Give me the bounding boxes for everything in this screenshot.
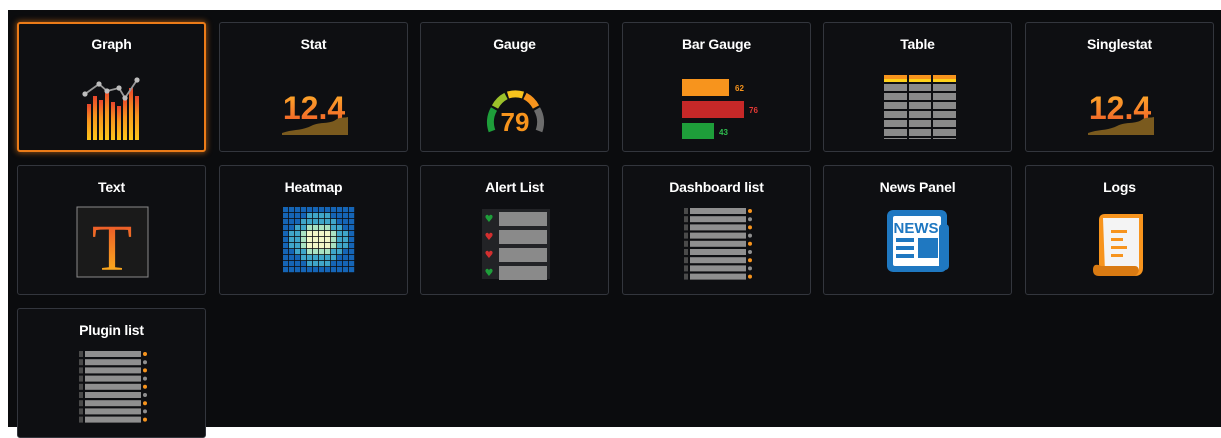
panel-label: Bar Gauge [682,36,751,52]
singlestat-icon: 12.4 [1075,59,1165,139]
svg-text:76: 76 [749,106,758,115]
dashboard-list-icon [672,202,762,282]
panel-option-plugin-list[interactable]: Plugin list [17,308,206,438]
panel-label: Dashboard list [669,179,764,195]
panel-option-stat[interactable]: Stat 12.4 [219,22,408,152]
svg-text:T: T [91,212,131,282]
panel-label: Plugin list [79,322,144,338]
panel-label: Graph [91,36,132,52]
visualization-picker: Graph Stat 12.4 Gauge 79 Bar Gauge 62 76… [8,10,1221,438]
svg-text:♥: ♥ [484,250,493,261]
panel-label: Logs [1103,179,1136,195]
panel-label: Text [98,179,125,195]
alert-list-icon: ♥ ♥ ♥ ♥ [470,202,560,282]
svg-text:43: 43 [719,128,728,137]
panel-option-logs[interactable]: Logs [1025,165,1214,295]
gauge-value: 79 [500,107,529,137]
svg-text:♥: ♥ [484,214,493,225]
graph-icon [67,60,157,140]
panel-label: Table [900,36,935,52]
news-icon: NEWS [873,202,963,282]
svg-text:62: 62 [735,84,744,93]
panel-option-text[interactable]: Text T [17,165,206,295]
panel-label: Alert List [485,179,544,195]
panel-option-singlestat[interactable]: Singlestat 12.4 [1025,22,1214,152]
stat-icon: 12.4 [269,59,359,139]
panel-option-gauge[interactable]: Gauge 79 [420,22,609,152]
panel-option-heatmap[interactable]: Heatmap [219,165,408,295]
panel-option-bar-gauge[interactable]: Bar Gauge 62 76 43 [622,22,811,152]
svg-text:♥: ♥ [484,232,493,243]
text-icon: T [67,202,157,282]
panel-label: Stat [300,36,327,52]
svg-text:NEWS: NEWS [893,220,938,237]
panel-label: Heatmap [284,179,343,195]
panel-label: News Panel [879,179,956,195]
svg-text:♥: ♥ [484,268,493,279]
panel-option-dashboard-list[interactable]: Dashboard list [622,165,811,295]
panel-label: Gauge [493,36,536,52]
panel-option-alert-list[interactable]: Alert List ♥ ♥ ♥ ♥ [420,165,609,295]
table-icon [873,59,963,139]
panel-option-table[interactable]: Table [823,22,1012,152]
logs-icon [1075,202,1165,282]
bar-gauge-icon: 62 76 43 [672,59,762,139]
panel-option-graph[interactable]: Graph [17,22,206,152]
heatmap-icon [269,202,359,282]
panel-label: Singlestat [1087,36,1152,52]
plugin-list-icon [67,345,157,425]
gauge-icon: 79 [470,59,560,139]
panel-option-news-panel[interactable]: News Panel NEWS [823,165,1012,295]
